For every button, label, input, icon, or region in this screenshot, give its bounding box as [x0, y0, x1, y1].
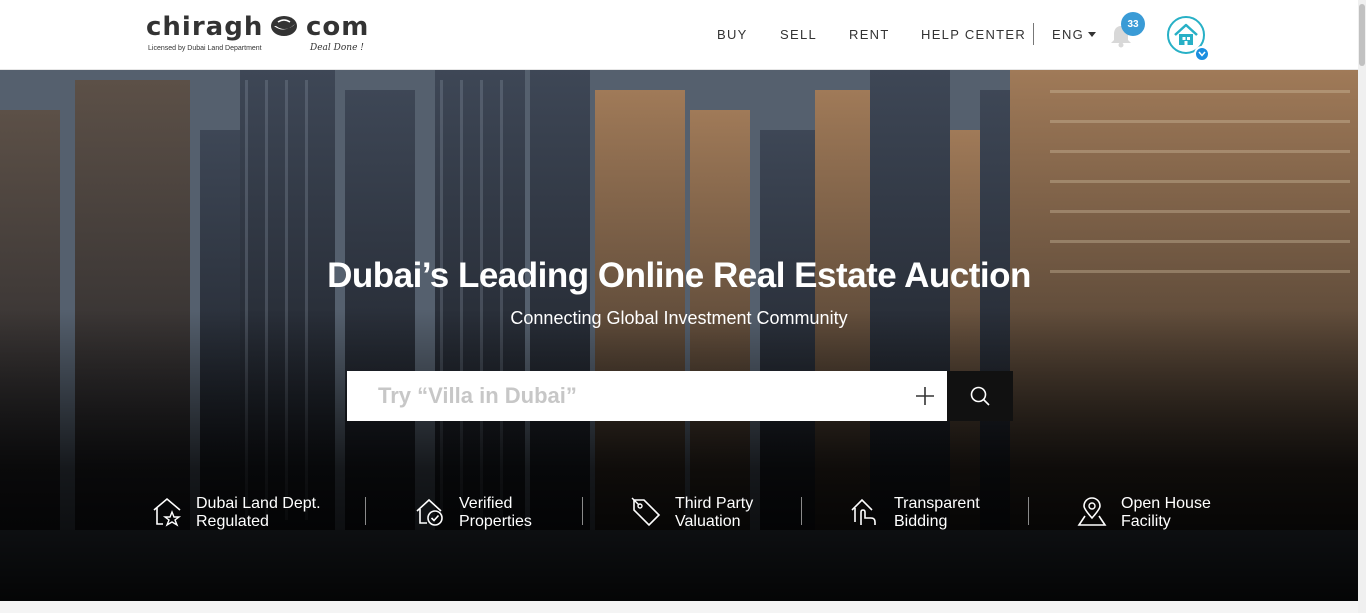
- feature-text: Dubai Land Dept. Regulated: [196, 495, 321, 531]
- feature-text: Third Party Valuation: [675, 495, 753, 531]
- notification-badge: 33: [1121, 12, 1145, 36]
- caret-down-icon: [1088, 32, 1097, 37]
- page-bottom-strip: [0, 601, 1358, 613]
- feature-line1: Transparent: [894, 495, 980, 512]
- plus-icon[interactable]: [915, 386, 935, 406]
- feature-line1: Verified: [459, 495, 513, 512]
- feature-text: Verified Properties: [459, 495, 532, 531]
- feature-separator: [365, 497, 366, 525]
- search-input[interactable]: [347, 371, 907, 421]
- hero-title: Dubai’s Leading Online Real Estate Aucti…: [327, 256, 1031, 295]
- site-header: chiragh com Licensed by Dubai Land Depar…: [0, 0, 1358, 70]
- nav-help-center[interactable]: HELP CENTER: [921, 27, 1026, 42]
- logo-wordmark: chiragh com: [146, 12, 368, 42]
- house-star-icon: [153, 497, 182, 527]
- map-pin-icon: [1077, 497, 1107, 526]
- price-tag-icon: [631, 497, 661, 527]
- logo-name-left: chiragh: [146, 12, 264, 42]
- feature-separator: [582, 497, 583, 525]
- nav-divider: [1033, 23, 1034, 45]
- license-text: Licensed by Dubai Land Department: [148, 45, 262, 52]
- search-icon: [970, 386, 990, 406]
- house-check-icon: [416, 498, 443, 526]
- feature-separator: [1028, 497, 1029, 525]
- hand-bid-icon: [851, 498, 876, 525]
- nav-sell[interactable]: SELL: [780, 27, 817, 42]
- magic-lamp-icon: [271, 16, 298, 36]
- search-button[interactable]: [947, 371, 1013, 421]
- logo-tagline: Deal Done !: [310, 43, 364, 53]
- features-bar: Dubai Land Dept. Regulated Verified Prop…: [0, 493, 1358, 533]
- account-menu-chevron[interactable]: [1194, 46, 1210, 62]
- feature-line2: Properties: [459, 513, 532, 530]
- feature-line2: Valuation: [675, 513, 741, 530]
- feature-line2: Bidding: [894, 513, 948, 530]
- language-selector[interactable]: ENG: [1052, 27, 1097, 42]
- feature-separator: [801, 497, 802, 525]
- feature-line2: Regulated: [196, 513, 269, 530]
- feature-text: Open House Facility: [1121, 495, 1211, 531]
- search-box: [347, 371, 947, 421]
- vertical-scrollbar[interactable]: [1358, 0, 1366, 613]
- feature-line1: Dubai Land Dept.: [196, 495, 321, 512]
- chevron-down-icon: [1198, 51, 1206, 57]
- feature-line1: Third Party: [675, 495, 754, 512]
- nav-buy[interactable]: BUY: [717, 27, 748, 42]
- brand-logo[interactable]: chiragh com Licensed by Dubai Land Depar…: [146, 10, 376, 60]
- logo-name-right: com: [306, 12, 370, 42]
- feature-line1: Open House: [1121, 495, 1211, 512]
- scrollbar-thumb[interactable]: [1359, 4, 1365, 66]
- feature-text: Transparent Bidding: [894, 495, 980, 531]
- hero-subtitle: Connecting Global Investment Community: [510, 308, 848, 328]
- nav-rent[interactable]: RENT: [849, 27, 890, 42]
- language-label: ENG: [1052, 27, 1085, 42]
- hero-banner: Dubai’s Leading Online Real Estate Aucti…: [0, 70, 1358, 601]
- feature-line2: Facility: [1121, 513, 1171, 530]
